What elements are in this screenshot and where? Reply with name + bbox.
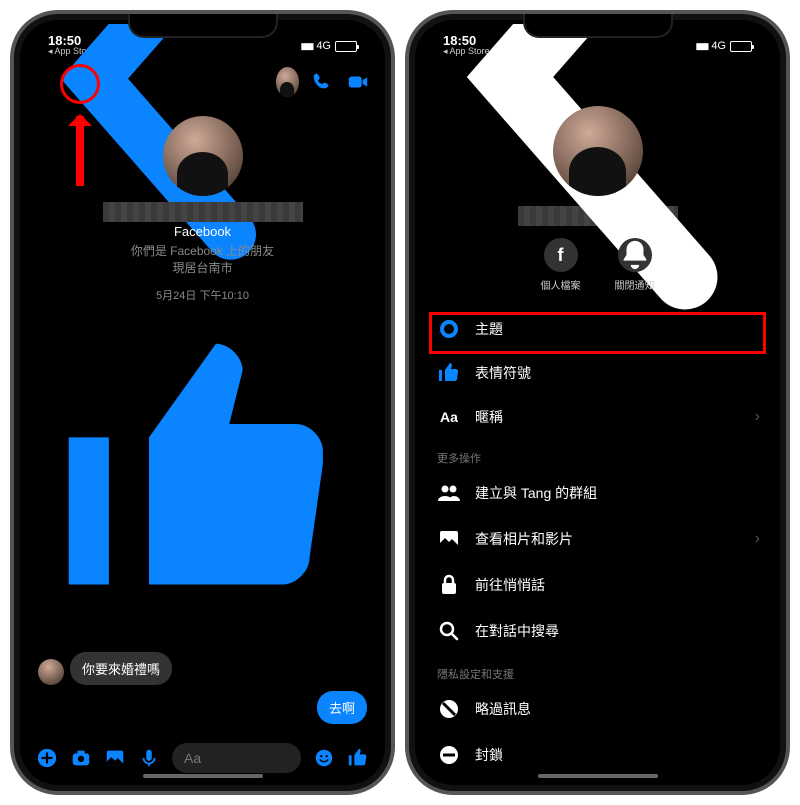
like-sticker: [42, 317, 363, 644]
photo-icon: [437, 527, 461, 551]
phone-right: 18:50 ◂ App Store 4G f 個人檔案: [405, 10, 790, 795]
section-privacy: 隱私設定和支援: [419, 654, 776, 686]
setting-search[interactable]: 在對話中搜尋: [419, 608, 776, 654]
facebook-icon: f: [544, 238, 578, 272]
like-icon: [437, 361, 461, 385]
incoming-bubble[interactable]: 你要來婚禮嗎: [70, 652, 172, 685]
bell-icon: [618, 238, 652, 272]
chat-header: [24, 60, 381, 104]
setting-label: 查看相片和影片: [475, 529, 573, 549]
mute-action[interactable]: 關閉通知: [615, 238, 655, 292]
emoji-icon[interactable]: [313, 747, 335, 769]
message-avatar[interactable]: [38, 659, 64, 685]
battery-icon: [730, 41, 752, 52]
phone-left: 18:50 ◂ App Store 4G: [10, 10, 395, 795]
setting-secret[interactable]: 前往悄悄話: [419, 562, 776, 608]
profile-action[interactable]: f 個人檔案: [541, 238, 581, 292]
block-icon: [437, 743, 461, 767]
friends-line: 你們是 Facebook 上的朋友: [38, 243, 367, 260]
video-icon[interactable]: [347, 71, 369, 93]
setting-label: 在對話中搜尋: [475, 621, 559, 641]
lock-icon: [437, 573, 461, 597]
battery-icon: [335, 41, 357, 52]
signal-icon: [301, 40, 313, 52]
gallery-icon[interactable]: [104, 747, 126, 769]
camera-icon[interactable]: [70, 747, 92, 769]
annotation-arrow: [76, 116, 84, 186]
lives-line: 現居台南市: [38, 260, 367, 277]
like-button[interactable]: [347, 747, 369, 769]
network-label: 4G: [316, 40, 331, 52]
setting-label: 主題: [475, 319, 503, 339]
settings-header: [419, 60, 776, 100]
settings-list: 主題表情符號 Aa 暱稱 › 更多操作建立與 Tang 的群組查看相片和影片 › 前往悄悄話…: [419, 308, 776, 778]
setting-block[interactable]: 封鎖: [419, 732, 776, 778]
chat-body[interactable]: Facebook 你們是 Facebook 上的朋友 現居台南市 5月24日 下…: [24, 104, 381, 729]
home-indicator[interactable]: [143, 774, 263, 778]
message-row: 去啊: [38, 691, 367, 724]
theme-icon: [437, 320, 461, 338]
setting-label: 建立與 Tang 的群組: [475, 483, 597, 503]
setting-label: 暱稱: [475, 407, 503, 427]
search-icon: [437, 619, 461, 643]
outgoing-bubble[interactable]: 去啊: [317, 691, 367, 724]
conversation-timestamp: 5月24日 下午10:10: [38, 287, 367, 303]
setting-theme[interactable]: 主題: [419, 308, 776, 350]
profile-name-censored: [103, 202, 303, 222]
chevron-right-icon: ›: [755, 408, 760, 426]
setting-group[interactable]: 建立與 Tang 的群組: [419, 470, 776, 516]
setting-nickname[interactable]: Aa 暱稱 ›: [419, 396, 776, 438]
profile-avatar-large[interactable]: [163, 116, 243, 196]
call-icon[interactable]: [311, 71, 333, 93]
notch: [128, 14, 278, 38]
section-more: 更多操作: [419, 438, 776, 470]
header-avatar[interactable]: [276, 67, 299, 97]
profile-avatar-large[interactable]: [553, 106, 643, 196]
notch: [523, 14, 673, 38]
aa-icon: Aa: [437, 409, 461, 425]
setting-emoji[interactable]: 表情符號: [419, 350, 776, 396]
chevron-right-icon: ›: [755, 530, 760, 548]
settings-screen: 18:50 ◂ App Store 4G f 個人檔案: [419, 24, 776, 781]
add-icon[interactable]: [36, 747, 58, 769]
setting-ignore[interactable]: 略過訊息: [419, 686, 776, 732]
mic-icon[interactable]: [138, 747, 160, 769]
profile-source: Facebook: [38, 224, 367, 239]
setting-label: 略過訊息: [475, 699, 531, 719]
message-input[interactable]: Aa: [172, 743, 301, 773]
group-icon: [437, 481, 461, 505]
setting-label: 封鎖: [475, 745, 503, 765]
message-input-bar: Aa: [24, 737, 381, 773]
setting-label: 前往悄悄話: [475, 575, 545, 595]
message-row: 你要來婚禮嗎: [38, 652, 367, 685]
chat-screen: 18:50 ◂ App Store 4G: [24, 24, 381, 781]
setting-media[interactable]: 查看相片和影片 ›: [419, 516, 776, 562]
home-indicator[interactable]: [538, 774, 658, 778]
setting-label: 表情符號: [475, 363, 531, 383]
ignore-icon: [437, 697, 461, 721]
